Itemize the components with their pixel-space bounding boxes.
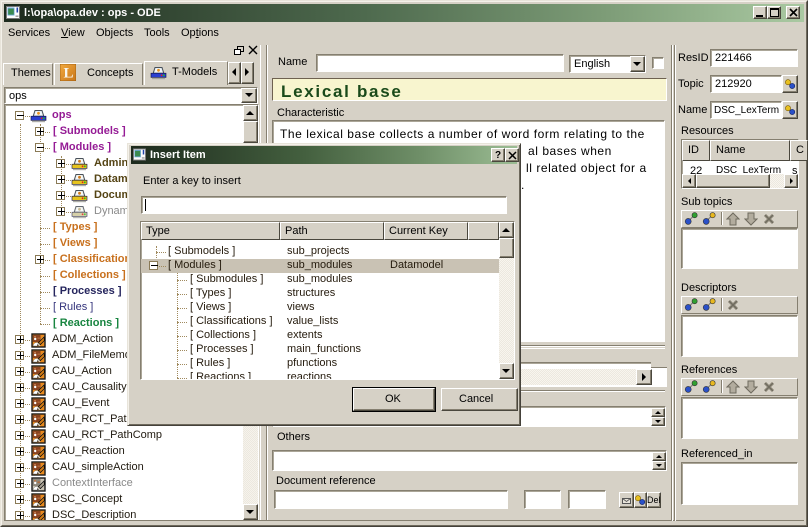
- svg-text:L: L: [63, 66, 73, 82]
